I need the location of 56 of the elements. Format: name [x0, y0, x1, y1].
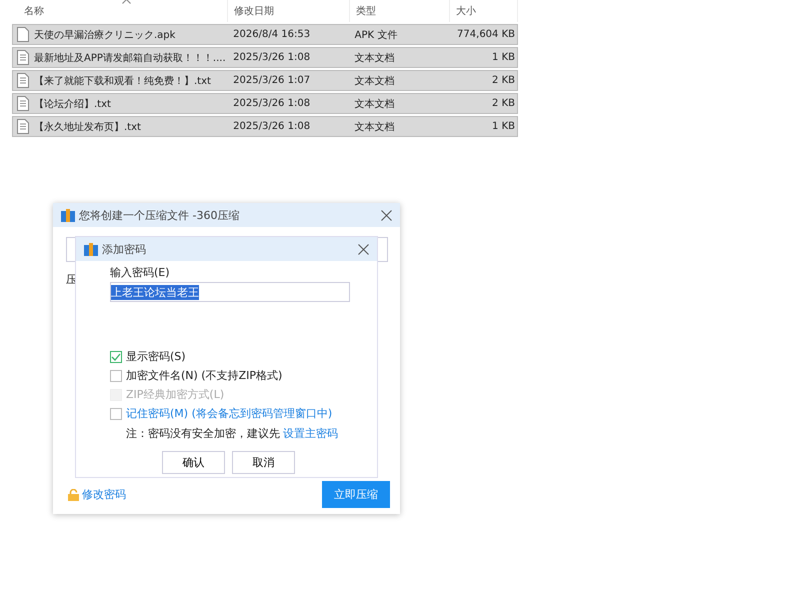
file-name: 【永久地址发布页】.txt — [34, 120, 141, 134]
sort-up-icon — [122, 0, 130, 4]
file-date: 2025/3/26 1:08 — [233, 98, 310, 109]
column-header[interactable]: 修改日期 — [234, 4, 274, 18]
column-header[interactable]: 类型 — [356, 4, 376, 18]
file-icon — [17, 27, 29, 42]
column-header[interactable]: 大小 — [456, 4, 476, 18]
window-title: 您将创建一个压缩文件 -360压缩 — [79, 208, 240, 222]
file-size: 774,604 KB — [457, 29, 515, 40]
password-field[interactable]: 上老王论坛当老王 — [110, 282, 350, 302]
dialog-button[interactable]: 取消 — [232, 451, 295, 474]
close-icon[interactable] — [381, 210, 392, 220]
file-size: 2 KB — [492, 75, 515, 86]
file-size: 1 KB — [492, 52, 515, 63]
lock-icon — [68, 488, 79, 500]
file-size: 2 KB — [492, 98, 515, 109]
option-label: ZIP经典加密方式(L) — [126, 387, 224, 402]
text-file-icon — [17, 119, 29, 134]
file-row[interactable]: 【来了就能下载和观看！纯免费！】.txt 2025/3/26 1:07 文本文档 2 KB — [12, 70, 518, 91]
file-row[interactable]: 最新地址及APP请发邮箱自动获取！！！.... 2025/3/26 1:08 文本文档 1 KB — [12, 47, 518, 68]
note-text: 注：密码没有安全加密，建议先 — [126, 426, 280, 441]
archive-icon — [61, 208, 75, 222]
checkbox[interactable] — [110, 370, 122, 382]
checkbox[interactable] — [110, 350, 122, 362]
text-file-icon — [17, 96, 29, 111]
file-row[interactable]: 天使の早漏治療クリニック.apk 2026/8/4 16:53 APK 文件 774,604 KB — [12, 24, 518, 45]
file-name: 【来了就能下载和观看！纯免费！】.txt — [34, 74, 211, 88]
close-icon[interactable] — [358, 244, 369, 254]
file-date: 2025/3/26 1:08 — [233, 52, 310, 63]
file-type: APK 文件 — [354, 28, 398, 42]
archive-icon — [84, 242, 98, 256]
change-password-link[interactable]: 修改密码 — [82, 487, 126, 502]
file-date: 2025/3/26 1:08 — [233, 121, 310, 132]
window-title: 添加密码 — [102, 242, 146, 256]
checkbox[interactable] — [110, 408, 122, 420]
file-type: 文本文档 — [354, 52, 395, 64]
column-header[interactable]: 名称 — [24, 4, 44, 18]
file-row[interactable]: 【永久地址发布页】.txt 2025/3/26 1:08 文本文档 1 KB — [12, 116, 518, 137]
master-password-link[interactable]: 设置主密码 — [283, 426, 338, 441]
file-type: 文本文档 — [354, 98, 395, 110]
option-label: 记住密码(M) (将会备忘到密码管理窗口中) — [126, 406, 332, 421]
field-label: 输入密码(E) — [110, 265, 171, 280]
text-file-icon — [17, 73, 29, 88]
option-label: 显示密码(S) — [126, 349, 186, 364]
dialog-button[interactable]: 确认 — [162, 451, 225, 474]
file-date: 2025/3/26 1:07 — [233, 75, 310, 86]
text-file-icon — [17, 50, 29, 65]
file-name: 最新地址及APP请发邮箱自动获取！！！.... — [34, 52, 226, 64]
file-date: 2026/8/4 16:53 — [233, 29, 310, 40]
file-name: 天使の早漏治療クリニック.apk — [34, 28, 176, 42]
file-size: 1 KB — [492, 121, 515, 132]
option-label: 加密文件名(N) (不支持ZIP格式) — [126, 368, 282, 383]
file-type: 文本文档 — [354, 74, 395, 88]
file-row[interactable]: 【论坛介绍】.txt 2025/3/26 1:08 文本文档 2 KB — [12, 93, 518, 114]
file-type: 文本文档 — [354, 120, 395, 134]
file-name: 【论坛介绍】.txt — [34, 98, 111, 110]
